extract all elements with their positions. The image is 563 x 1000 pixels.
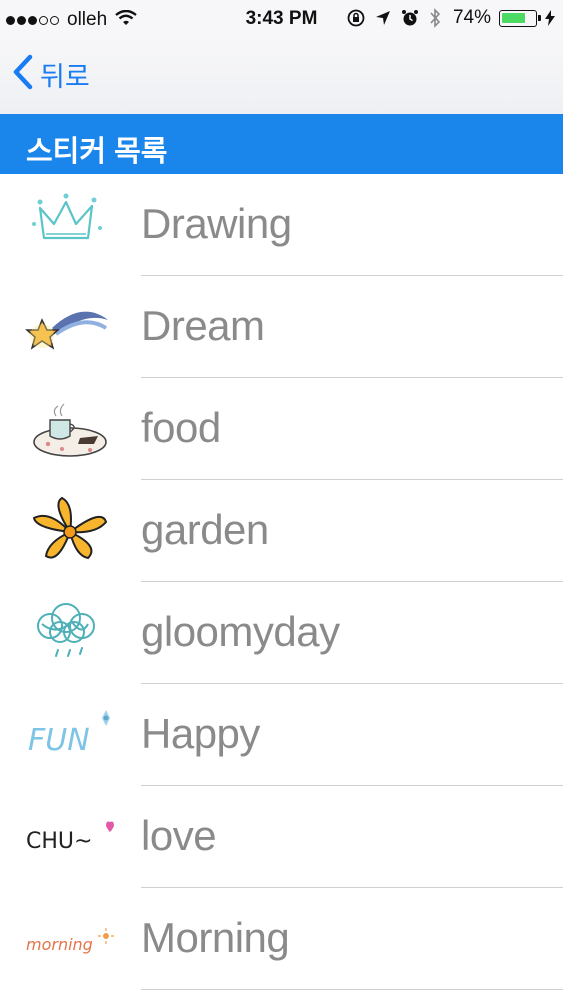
sticker-list: Drawing Dream food garden gloomyday FUN …: [0, 174, 563, 990]
shooting-star-sticker-icon: [22, 290, 118, 364]
sticker-item-drawing[interactable]: Drawing: [0, 174, 563, 276]
sticker-label: Dream: [141, 302, 265, 349]
svg-text:morning: morning: [26, 935, 93, 954]
crown-sticker-icon: [22, 188, 118, 262]
back-button[interactable]: 뒤로: [12, 52, 90, 96]
back-label: 뒤로: [40, 61, 90, 92]
sticker-item-love[interactable]: CHU~ love: [0, 786, 563, 888]
sticker-label: Happy: [141, 710, 260, 757]
location-arrow-icon: [375, 10, 391, 26]
rain-cloud-sticker-icon: [22, 596, 118, 670]
sticker-label: love: [141, 812, 217, 859]
tea-plate-sticker-icon: [22, 392, 118, 466]
sticker-item-morning[interactable]: morning Morning: [0, 888, 563, 990]
sticker-label: food: [141, 404, 221, 451]
sticker-item-happy[interactable]: FUN Happy: [0, 684, 563, 786]
morning-text-sticker-icon: morning: [22, 902, 118, 976]
page-title: 스티커 목록: [26, 136, 168, 168]
svg-text:CHU~: CHU~: [26, 829, 92, 854]
flower-sticker-icon: [22, 494, 118, 568]
divider: [141, 989, 563, 990]
sticker-label: gloomyday: [141, 608, 340, 655]
charging-bolt-icon: [545, 10, 555, 26]
sticker-label: garden: [141, 506, 269, 553]
battery-percentage: 74%: [452, 7, 491, 28]
fun-text-sticker-icon: FUN: [22, 698, 118, 772]
sticker-item-garden[interactable]: garden: [0, 480, 563, 582]
orientation-lock-icon: [347, 9, 365, 27]
chevron-left-icon: [12, 54, 34, 95]
sticker-item-food[interactable]: food: [0, 378, 563, 480]
sticker-item-gloomyday[interactable]: gloomyday: [0, 582, 563, 684]
alarm-clock-icon: [401, 9, 419, 27]
navigation-bar: 뒤로: [0, 38, 563, 115]
sticker-label: Drawing: [141, 200, 292, 247]
bluetooth-icon: [429, 8, 441, 28]
sticker-label: Morning: [141, 914, 290, 961]
svg-text:FUN: FUN: [28, 723, 90, 758]
chu-text-sticker-icon: CHU~: [22, 800, 118, 874]
sticker-item-dream[interactable]: Dream: [0, 276, 563, 378]
status-bar: olleh 3:43 PM 74%: [0, 0, 563, 38]
battery-icon: [499, 9, 541, 27]
section-header: 스티커 목록: [0, 114, 563, 174]
